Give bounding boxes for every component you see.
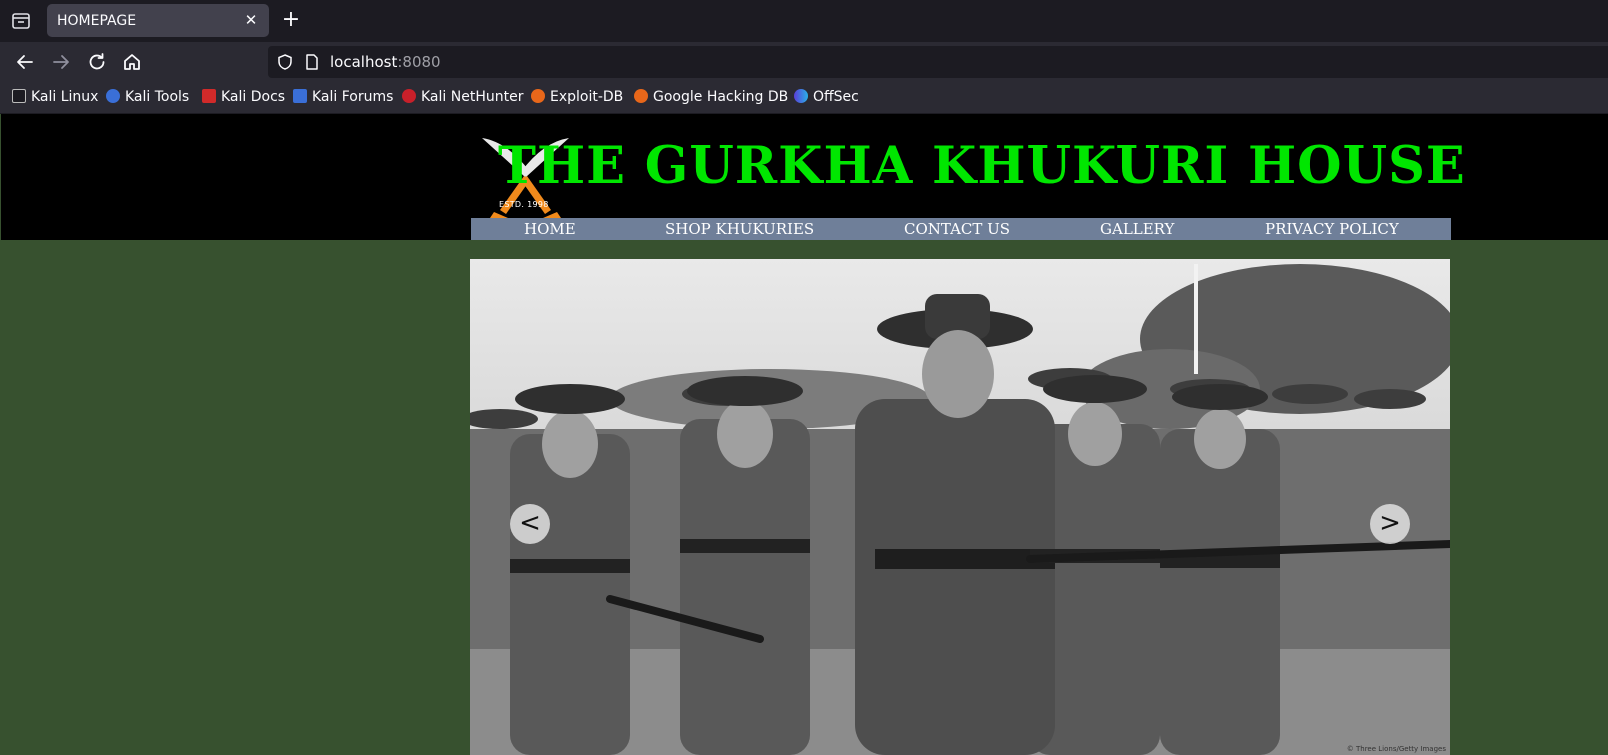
slider-next-button[interactable]: >	[1370, 504, 1410, 544]
kali-dragon-icon	[12, 89, 26, 103]
bookmarks-toolbar: Kali Linux Kali Tools Kali Docs Kali For…	[0, 82, 1608, 114]
bookmark-label: Kali Docs	[221, 89, 286, 105]
kali-tools-icon	[106, 89, 120, 103]
web-page: ESTD. 1998 THE GURKHA KHUKURI HOUSE HOME…	[0, 114, 1608, 755]
site-title: THE GURKHA KHUKURI HOUSE	[498, 136, 1466, 196]
main-menu: HOME SHOP KHUKURIES CONTACT US GALLERY P…	[471, 218, 1451, 240]
url-port: :8080	[397, 53, 441, 71]
tab-title: HOMEPAGE	[57, 13, 137, 29]
url-text[interactable]: localhost:8080	[330, 53, 441, 71]
logo-estd-text: ESTD. 1998	[499, 200, 549, 209]
reload-icon[interactable]	[85, 50, 109, 74]
bookmark-kali-linux[interactable]: Kali Linux	[12, 89, 98, 107]
bookmark-label: Kali Forums	[312, 89, 394, 105]
bookmark-kali-nethunter[interactable]: Kali NetHunter	[402, 89, 523, 107]
tab-list-icon[interactable]	[10, 10, 32, 32]
nethunter-icon	[402, 89, 416, 103]
bookmark-exploit-db[interactable]: Exploit-DB	[531, 89, 623, 107]
page-icon[interactable]	[304, 53, 320, 71]
new-tab-icon[interactable]: +	[280, 9, 302, 32]
bookmark-label: OffSec	[813, 89, 859, 105]
ghdb-icon	[634, 89, 648, 103]
bookmark-label: Google Hacking DB	[653, 89, 789, 105]
menu-item-gallery[interactable]: GALLERY	[1100, 220, 1174, 238]
forward-arrow-icon[interactable]	[49, 50, 73, 74]
menu-item-privacy-policy[interactable]: PRIVACY POLICY	[1265, 220, 1399, 238]
shield-icon[interactable]	[276, 53, 294, 71]
bookmark-label: Kali Linux	[31, 89, 99, 105]
bookmark-google-hacking-db[interactable]: Google Hacking DB	[634, 89, 788, 107]
site-header: ESTD. 1998 THE GURKHA KHUKURI HOUSE HOME…	[1, 114, 1608, 240]
bookmark-offsec[interactable]: OffSec	[794, 89, 859, 107]
kali-docs-icon	[202, 89, 216, 103]
url-host: localhost	[330, 53, 398, 71]
home-icon[interactable]	[120, 50, 144, 74]
menu-item-shop-khukuries[interactable]: SHOP KHUKURIES	[665, 220, 814, 238]
bookmark-label: Exploit-DB	[550, 89, 624, 105]
close-icon[interactable]: ✕	[243, 12, 259, 28]
bookmark-kali-forums[interactable]: Kali Forums	[293, 89, 393, 107]
browser-nav-bar: localhost:8080	[0, 42, 1608, 82]
browser-tab-bar: HOMEPAGE ✕ +	[0, 0, 1608, 42]
menu-item-home[interactable]: HOME	[524, 220, 576, 238]
photo-credit: © Three Lions/Getty Images	[1346, 745, 1446, 753]
bookmark-label: Kali NetHunter	[421, 89, 524, 105]
url-bar[interactable]: localhost:8080	[268, 46, 1608, 78]
exploit-db-icon	[531, 89, 545, 103]
browser-tab-active[interactable]: HOMEPAGE ✕	[47, 4, 269, 37]
bookmark-kali-docs[interactable]: Kali Docs	[202, 89, 285, 107]
image-slider: < > © Three Lions/Getty Images	[470, 259, 1450, 755]
gurkha-soldiers-photo	[470, 259, 1450, 755]
offsec-icon	[794, 89, 808, 103]
back-arrow-icon[interactable]	[13, 50, 37, 74]
menu-item-contact-us[interactable]: CONTACT US	[904, 220, 1010, 238]
bookmark-label: Kali Tools	[125, 89, 190, 105]
kali-forums-icon	[293, 89, 307, 103]
slider-prev-button[interactable]: <	[510, 504, 550, 544]
bookmark-kali-tools[interactable]: Kali Tools	[106, 89, 189, 107]
